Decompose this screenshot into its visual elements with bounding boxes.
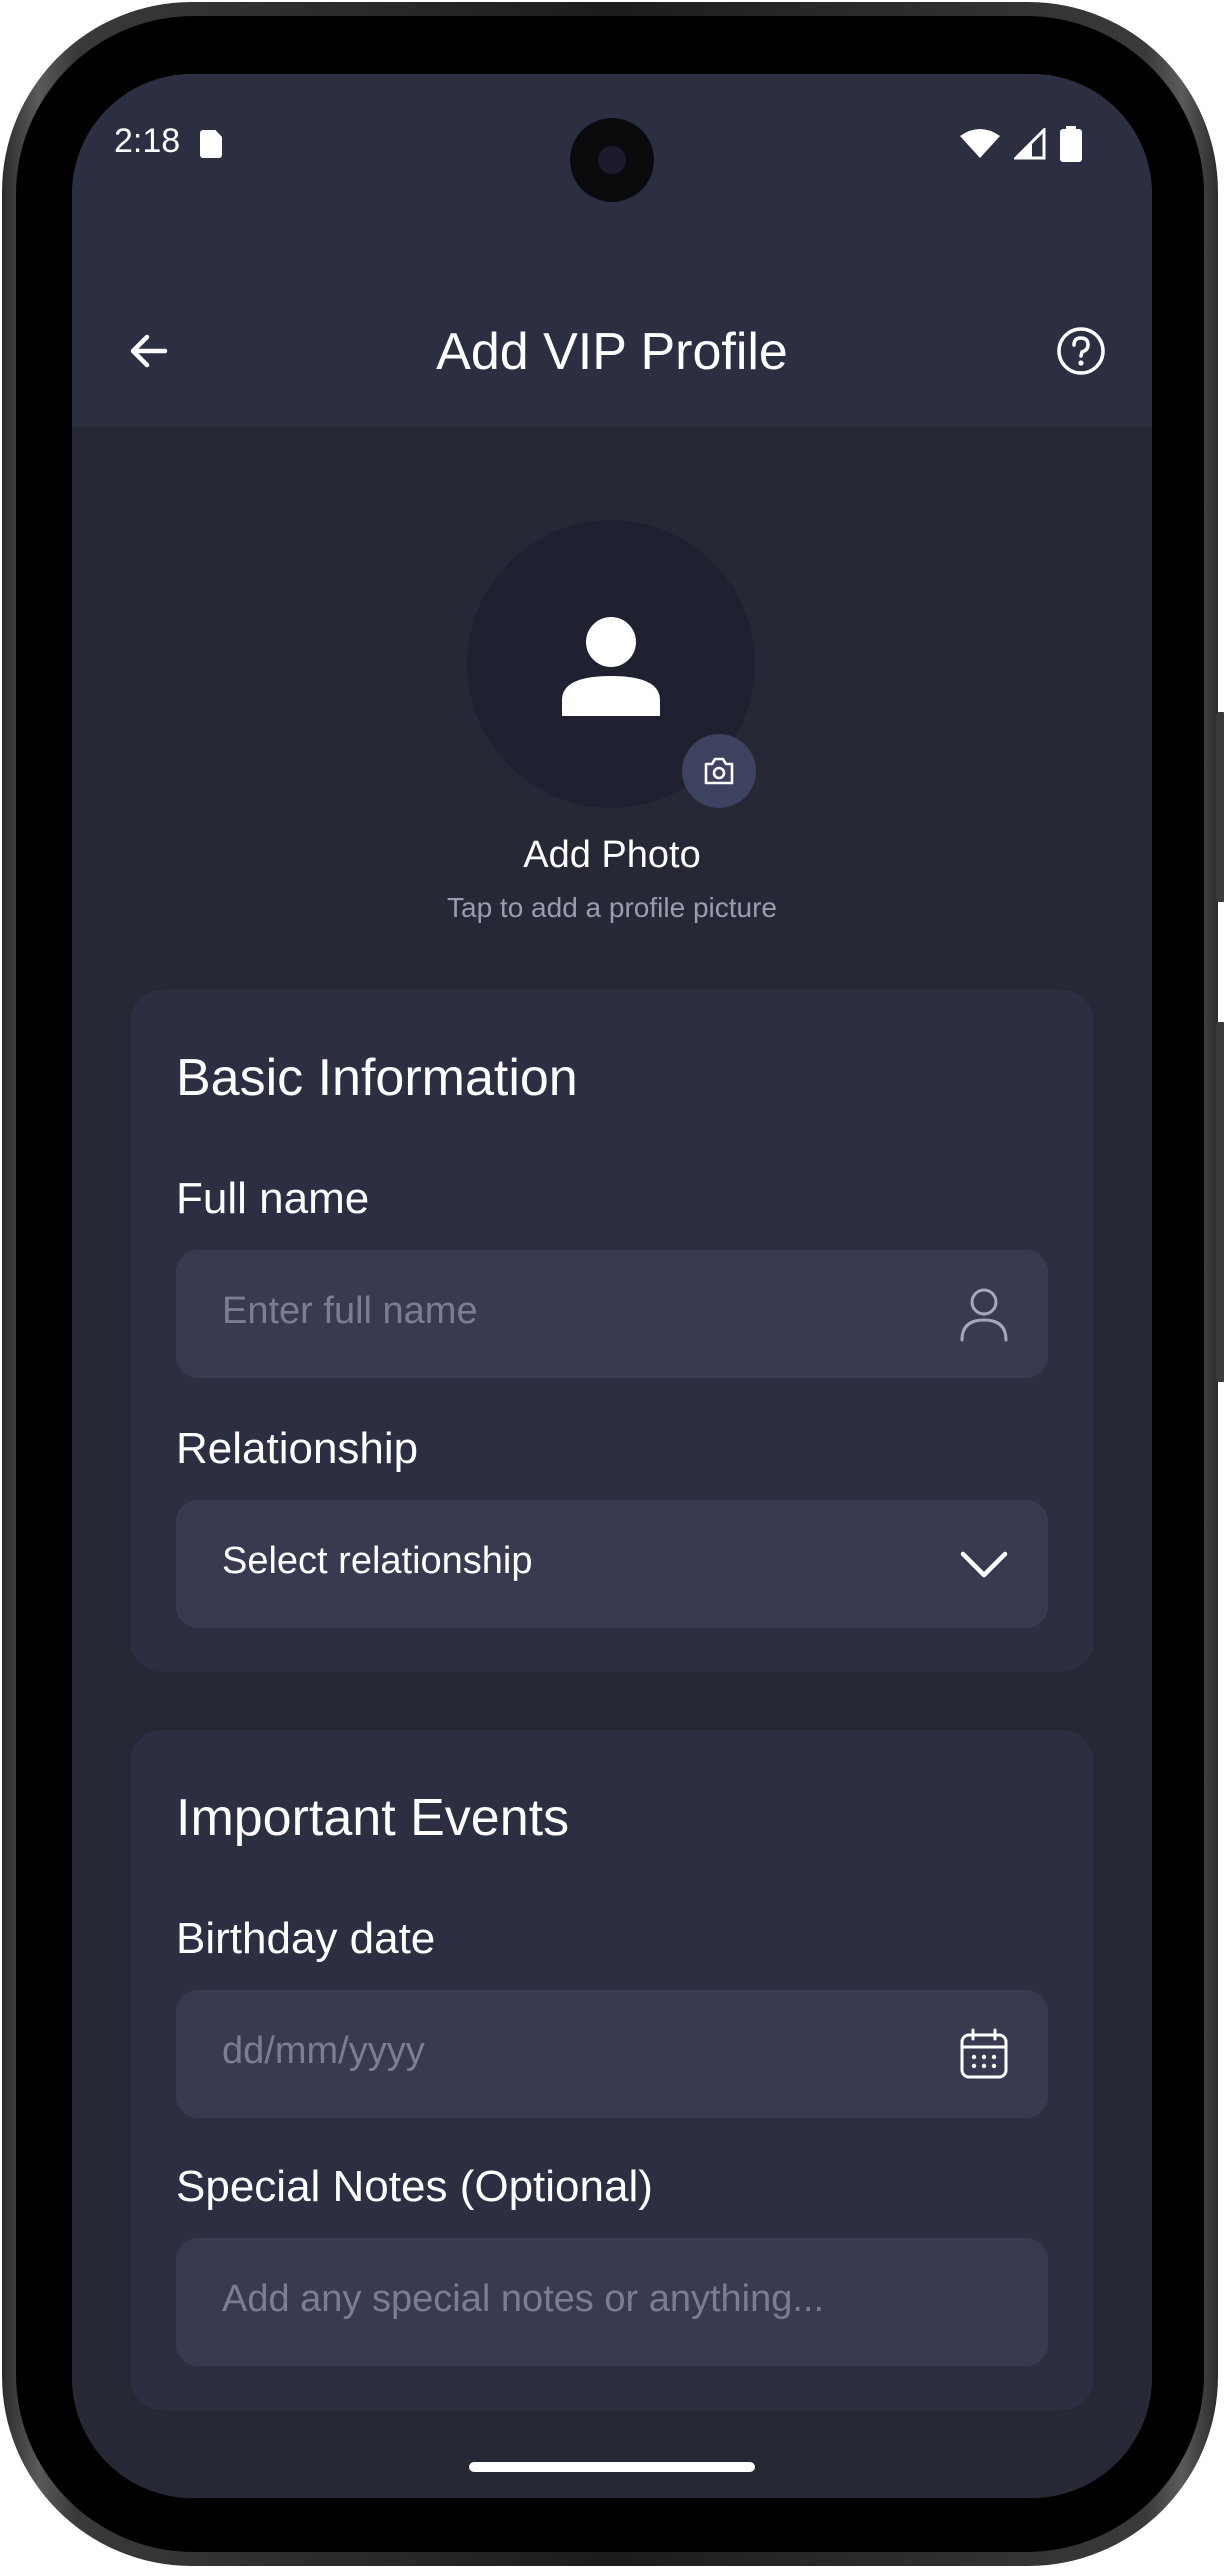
basic-information-card: Basic Information Full name Enter full n… (130, 990, 1094, 1672)
chevron-down-icon (956, 1536, 1012, 1592)
device-frame: 2:18 Add VIP Profile Add Photo Tap to ad… (2, 2, 1224, 2566)
add-photo-label[interactable]: Add Photo (72, 834, 1152, 877)
full-name-label: Full name (176, 1174, 370, 1223)
help-circle-icon (1057, 327, 1105, 375)
birthday-placeholder: dd/mm/yyyy (222, 2030, 425, 2072)
status-time: 2:18 (114, 122, 181, 160)
signal-icon (1014, 128, 1046, 160)
app-bar: Add VIP Profile (72, 214, 1152, 426)
relationship-select[interactable]: Select relationship (176, 1500, 1048, 1628)
app-screen: 2:18 Add VIP Profile Add Photo Tap to ad… (72, 74, 1152, 2498)
volume-button (1216, 712, 1224, 902)
camera-badge-button[interactable] (682, 734, 756, 808)
page-title: Add VIP Profile (436, 323, 788, 381)
status-bar: 2:18 (72, 74, 1152, 214)
battery-icon (1060, 126, 1082, 162)
power-button (1216, 1022, 1224, 1382)
front-camera (570, 118, 654, 202)
status-icons (960, 126, 1082, 162)
birthday-input[interactable]: dd/mm/yyyy (176, 1990, 1048, 2118)
full-name-placeholder: Enter full name (222, 1290, 478, 1332)
person-outline-icon (956, 1286, 1012, 1342)
basic-information-title: Basic Information (176, 1049, 578, 1107)
help-button[interactable] (1044, 314, 1118, 388)
camera-icon (704, 757, 734, 785)
important-events-card: Important Events Birthday date dd/mm/yyy… (130, 1730, 1094, 2410)
relationship-label: Relationship (176, 1424, 419, 1473)
person-icon (562, 617, 660, 716)
home-indicator[interactable] (469, 2462, 755, 2472)
special-notes-input[interactable]: Add any special notes or anything... (176, 2238, 1048, 2366)
birthday-label: Birthday date (176, 1914, 436, 1963)
calendar-icon[interactable] (956, 2026, 1012, 2082)
important-events-title: Important Events (176, 1789, 570, 1847)
relationship-value: Select relationship (222, 1540, 533, 1582)
wifi-icon (960, 129, 1000, 158)
full-name-input[interactable]: Enter full name (176, 1250, 1048, 1378)
add-photo-hint: Tap to add a profile picture (447, 892, 777, 923)
special-notes-label: Special Notes (Optional) (176, 2162, 653, 2211)
special-notes-placeholder: Add any special notes or anything... (222, 2278, 825, 2320)
sd-card-icon (200, 130, 222, 158)
